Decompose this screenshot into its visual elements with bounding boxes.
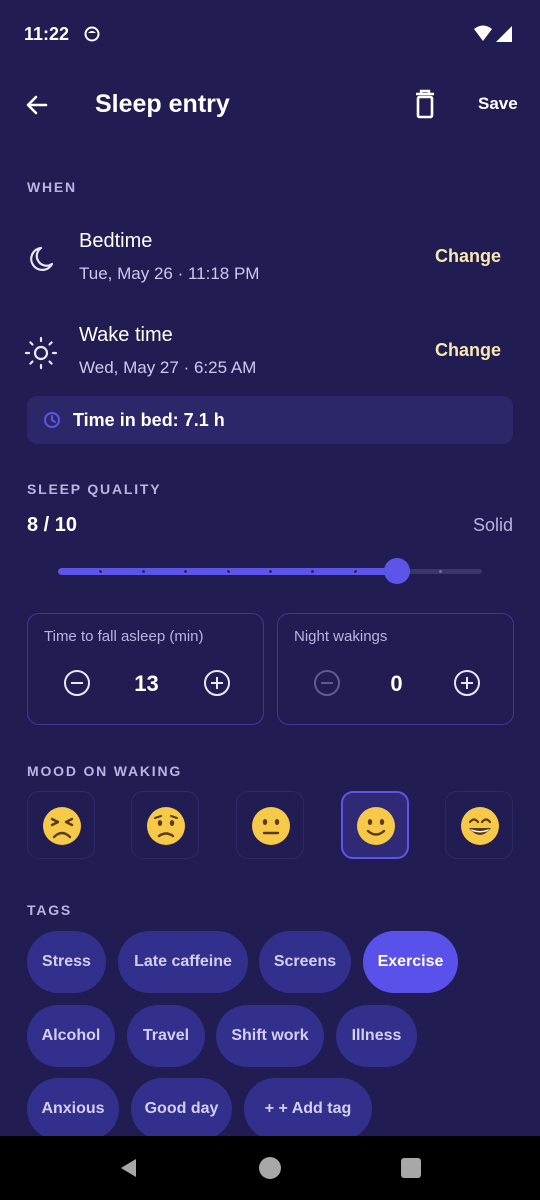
- time-in-bed-summary: Time in bed: 7.1 h: [27, 396, 513, 444]
- slider-tick-dot: [269, 570, 272, 573]
- night-wakings-stepper: Night wakings 0: [277, 613, 514, 725]
- sleep-quality-section-label: SLEEP QUALITY: [27, 481, 162, 497]
- wake-time-title: Wake time: [79, 324, 173, 346]
- slider-tick-dot: [184, 570, 187, 573]
- tag-stress[interactable]: Stress: [27, 931, 106, 993]
- mood-option-1[interactable]: [27, 791, 95, 859]
- bedtime-title: Bedtime: [79, 230, 153, 252]
- nav-home-icon[interactable]: [259, 1157, 281, 1179]
- system-nav-bar: [0, 1136, 540, 1200]
- worried-face-icon: [147, 807, 185, 845]
- mood-option-4[interactable]: [341, 791, 409, 859]
- mood-option-3[interactable]: [236, 791, 304, 859]
- neutral-face-icon: [252, 807, 290, 845]
- back-arrow-icon[interactable]: [22, 90, 52, 120]
- sleep-quality-value: 8 / 10: [27, 514, 78, 536]
- tag-late-caffeine[interactable]: Late caffeine: [118, 931, 248, 993]
- time-in-bed-text: Time in bed: 7.1 h: [73, 410, 225, 430]
- tag-shift-work[interactable]: Shift work: [216, 1005, 324, 1067]
- tag-good-day[interactable]: Good day: [131, 1078, 232, 1140]
- bedtime-row: Bedtime Tue, May 26 · 11:18 PM Change: [0, 228, 540, 300]
- slider-tick-dot: [227, 570, 230, 573]
- fall-asleep-label: Time to fall asleep (min): [44, 628, 204, 645]
- save-button[interactable]: Save: [478, 94, 518, 114]
- tag-travel[interactable]: Travel: [127, 1005, 205, 1067]
- trash-icon[interactable]: [410, 88, 440, 122]
- app-bar: Sleep entry Save: [0, 70, 540, 142]
- tag-illness[interactable]: Illness: [336, 1005, 417, 1067]
- wifi-signal-icon: [474, 25, 512, 42]
- slider-thumb[interactable]: [384, 558, 410, 584]
- mood-section-label: MOOD ON WAKING: [27, 763, 183, 779]
- bedtime-value: Tue, May 26 · 11:18 PM: [79, 264, 260, 283]
- page-title: Sleep entry: [95, 90, 230, 118]
- clock-icon: [44, 412, 60, 428]
- slider-tick-dot: [354, 570, 357, 573]
- sun-icon: [24, 336, 58, 370]
- change-bedtime-button[interactable]: Change: [435, 246, 501, 267]
- tag-anxious[interactable]: Anxious: [27, 1078, 119, 1140]
- status-bar: 11:22: [0, 0, 540, 70]
- when-section-label: WHEN: [27, 179, 77, 195]
- notification-face-icon: [84, 26, 100, 42]
- add-tag-button[interactable]: + + Add tag: [244, 1078, 372, 1140]
- moon-icon: [30, 246, 54, 271]
- mood-option-2[interactable]: [131, 791, 199, 859]
- tag-screens[interactable]: Screens: [259, 931, 351, 993]
- mood-options: [27, 791, 513, 859]
- sleep-quality-descriptor: Solid: [472, 515, 513, 535]
- grinning-face-icon: [461, 807, 499, 845]
- slider-tick-dot: [142, 570, 145, 573]
- mood-option-5[interactable]: [445, 791, 513, 859]
- slider-tick-dot: [99, 570, 102, 573]
- plus-circle-icon[interactable]: [453, 669, 481, 697]
- tag-alcohol[interactable]: Alcohol: [27, 1005, 115, 1067]
- fall-asleep-stepper: Time to fall asleep (min) 13: [27, 613, 264, 725]
- wake-time-row: Wake time Wed, May 27 · 6:25 AM Change: [0, 322, 540, 394]
- slightly-smiling-face-icon: [357, 807, 395, 845]
- slider-tick-dot: [311, 570, 314, 573]
- plus-circle-icon[interactable]: [203, 669, 231, 697]
- night-wakings-label: Night wakings: [294, 628, 388, 645]
- status-time: 11:22: [24, 24, 70, 44]
- tired-face-icon: [43, 807, 81, 845]
- change-wake-time-button[interactable]: Change: [435, 340, 501, 361]
- tag-exercise[interactable]: Exercise: [363, 931, 458, 993]
- nav-recents-icon[interactable]: [401, 1158, 421, 1178]
- tags-section-label: TAGS: [27, 902, 73, 918]
- slider-tick-dot: [439, 570, 442, 573]
- sleep-quality-slider[interactable]: [58, 556, 482, 586]
- wake-time-value: Wed, May 27 · 6:25 AM: [79, 358, 257, 377]
- nav-back-icon[interactable]: [118, 1157, 140, 1179]
